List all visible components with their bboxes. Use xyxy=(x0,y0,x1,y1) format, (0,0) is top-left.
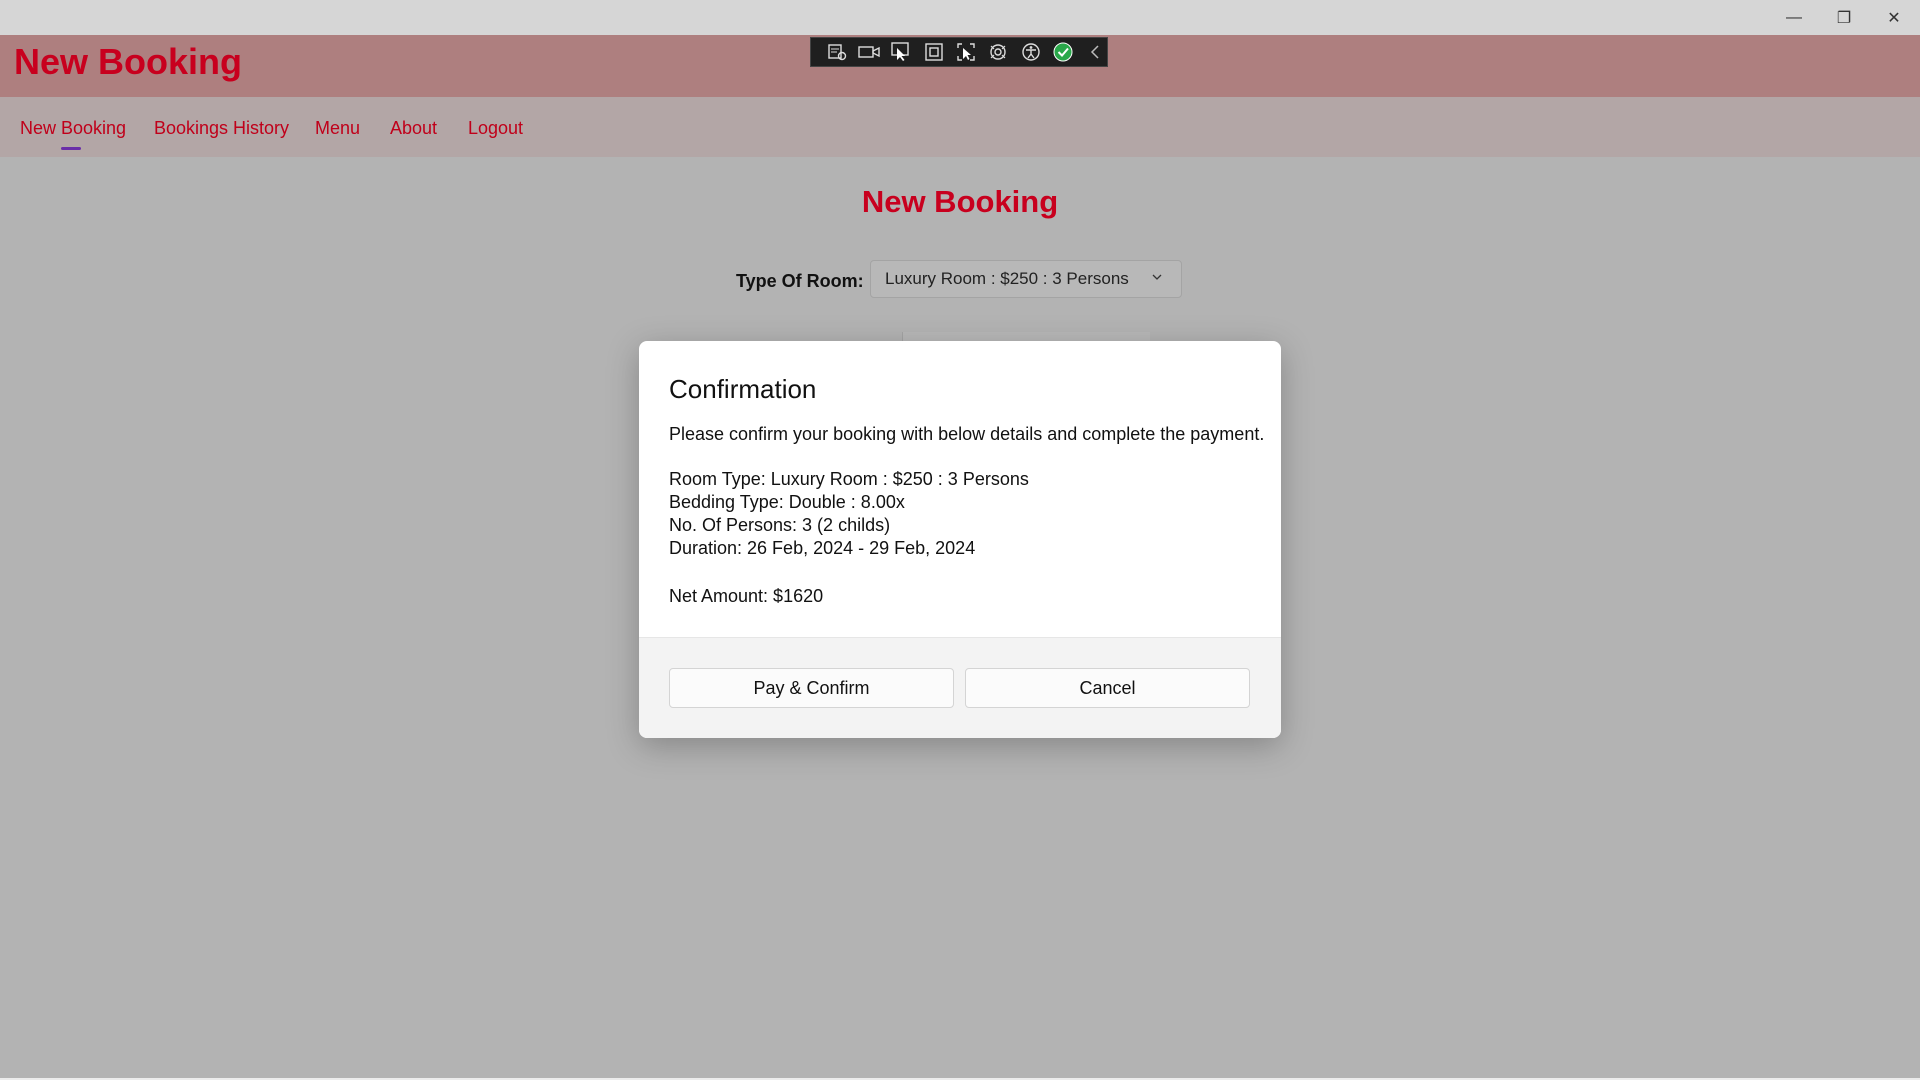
app-title: New Booking xyxy=(14,41,243,82)
nav-item-menu[interactable]: Menu xyxy=(315,118,360,139)
detail-room-type: Room Type: Luxury Room : $250 : 3 Person… xyxy=(669,469,1029,489)
minimize-button[interactable]: — xyxy=(1770,0,1818,35)
nav-item-about[interactable]: About xyxy=(390,118,437,139)
collapse-chevron-icon[interactable] xyxy=(1084,41,1107,63)
accessibility-icon[interactable] xyxy=(1019,41,1042,63)
detail-net-amount: Net Amount: $1620 xyxy=(669,586,824,606)
pay-confirm-button[interactable]: Pay & Confirm xyxy=(669,668,954,708)
dialog-message: Please confirm your booking with below d… xyxy=(669,424,1265,444)
track-focus-icon[interactable] xyxy=(954,41,977,63)
nav-item-bookings-history[interactable]: Bookings History xyxy=(154,118,289,139)
confirmation-dialog: Confirmation Please confirm your booking… xyxy=(639,341,1281,738)
select-element-icon[interactable] xyxy=(890,41,913,63)
close-button[interactable]: ✕ xyxy=(1870,0,1918,35)
active-nav-indicator xyxy=(61,147,81,150)
chevron-down-icon xyxy=(1151,270,1163,286)
dialog-footer: Pay & Confirm Cancel xyxy=(639,637,1281,738)
window-title-bar: — ❐ ✕ xyxy=(0,0,1920,35)
restore-icon: ❐ xyxy=(1836,9,1852,27)
display-layout-icon[interactable] xyxy=(922,41,945,63)
type-of-room-label: Type Of Room: xyxy=(736,271,864,291)
video-icon[interactable] xyxy=(857,41,880,63)
dialog-title: Confirmation xyxy=(669,374,817,404)
detail-persons: No. Of Persons: 3 (2 childs) xyxy=(669,515,891,535)
cancel-button[interactable]: Cancel xyxy=(965,668,1250,708)
hot-reload-icon[interactable] xyxy=(987,41,1010,63)
type-of-room-value: Luxury Room : $250 : 3 Persons xyxy=(885,269,1129,288)
maximize-button[interactable]: ❐ xyxy=(1820,0,1868,35)
main-nav: New Booking Bookings History Menu About … xyxy=(0,97,1920,157)
type-of-room-select[interactable]: Luxury Room : $250 : 3 Persons xyxy=(870,260,1182,298)
page-title: New Booking xyxy=(861,184,1059,219)
close-icon: ✕ xyxy=(1887,9,1901,27)
detail-bedding-type: Bedding Type: Double : 8.00x xyxy=(669,492,905,512)
nav-item-logout[interactable]: Logout xyxy=(468,118,523,139)
debug-toolbar xyxy=(810,37,1108,67)
detail-duration: Duration: 26 Feb, 2024 - 29 Feb, 2024 xyxy=(669,538,976,558)
check-icon[interactable] xyxy=(1051,41,1074,63)
nav-item-new-booking[interactable]: New Booking xyxy=(20,118,126,139)
live-visual-tree-icon[interactable] xyxy=(825,41,848,63)
minimize-icon: — xyxy=(1786,8,1802,26)
